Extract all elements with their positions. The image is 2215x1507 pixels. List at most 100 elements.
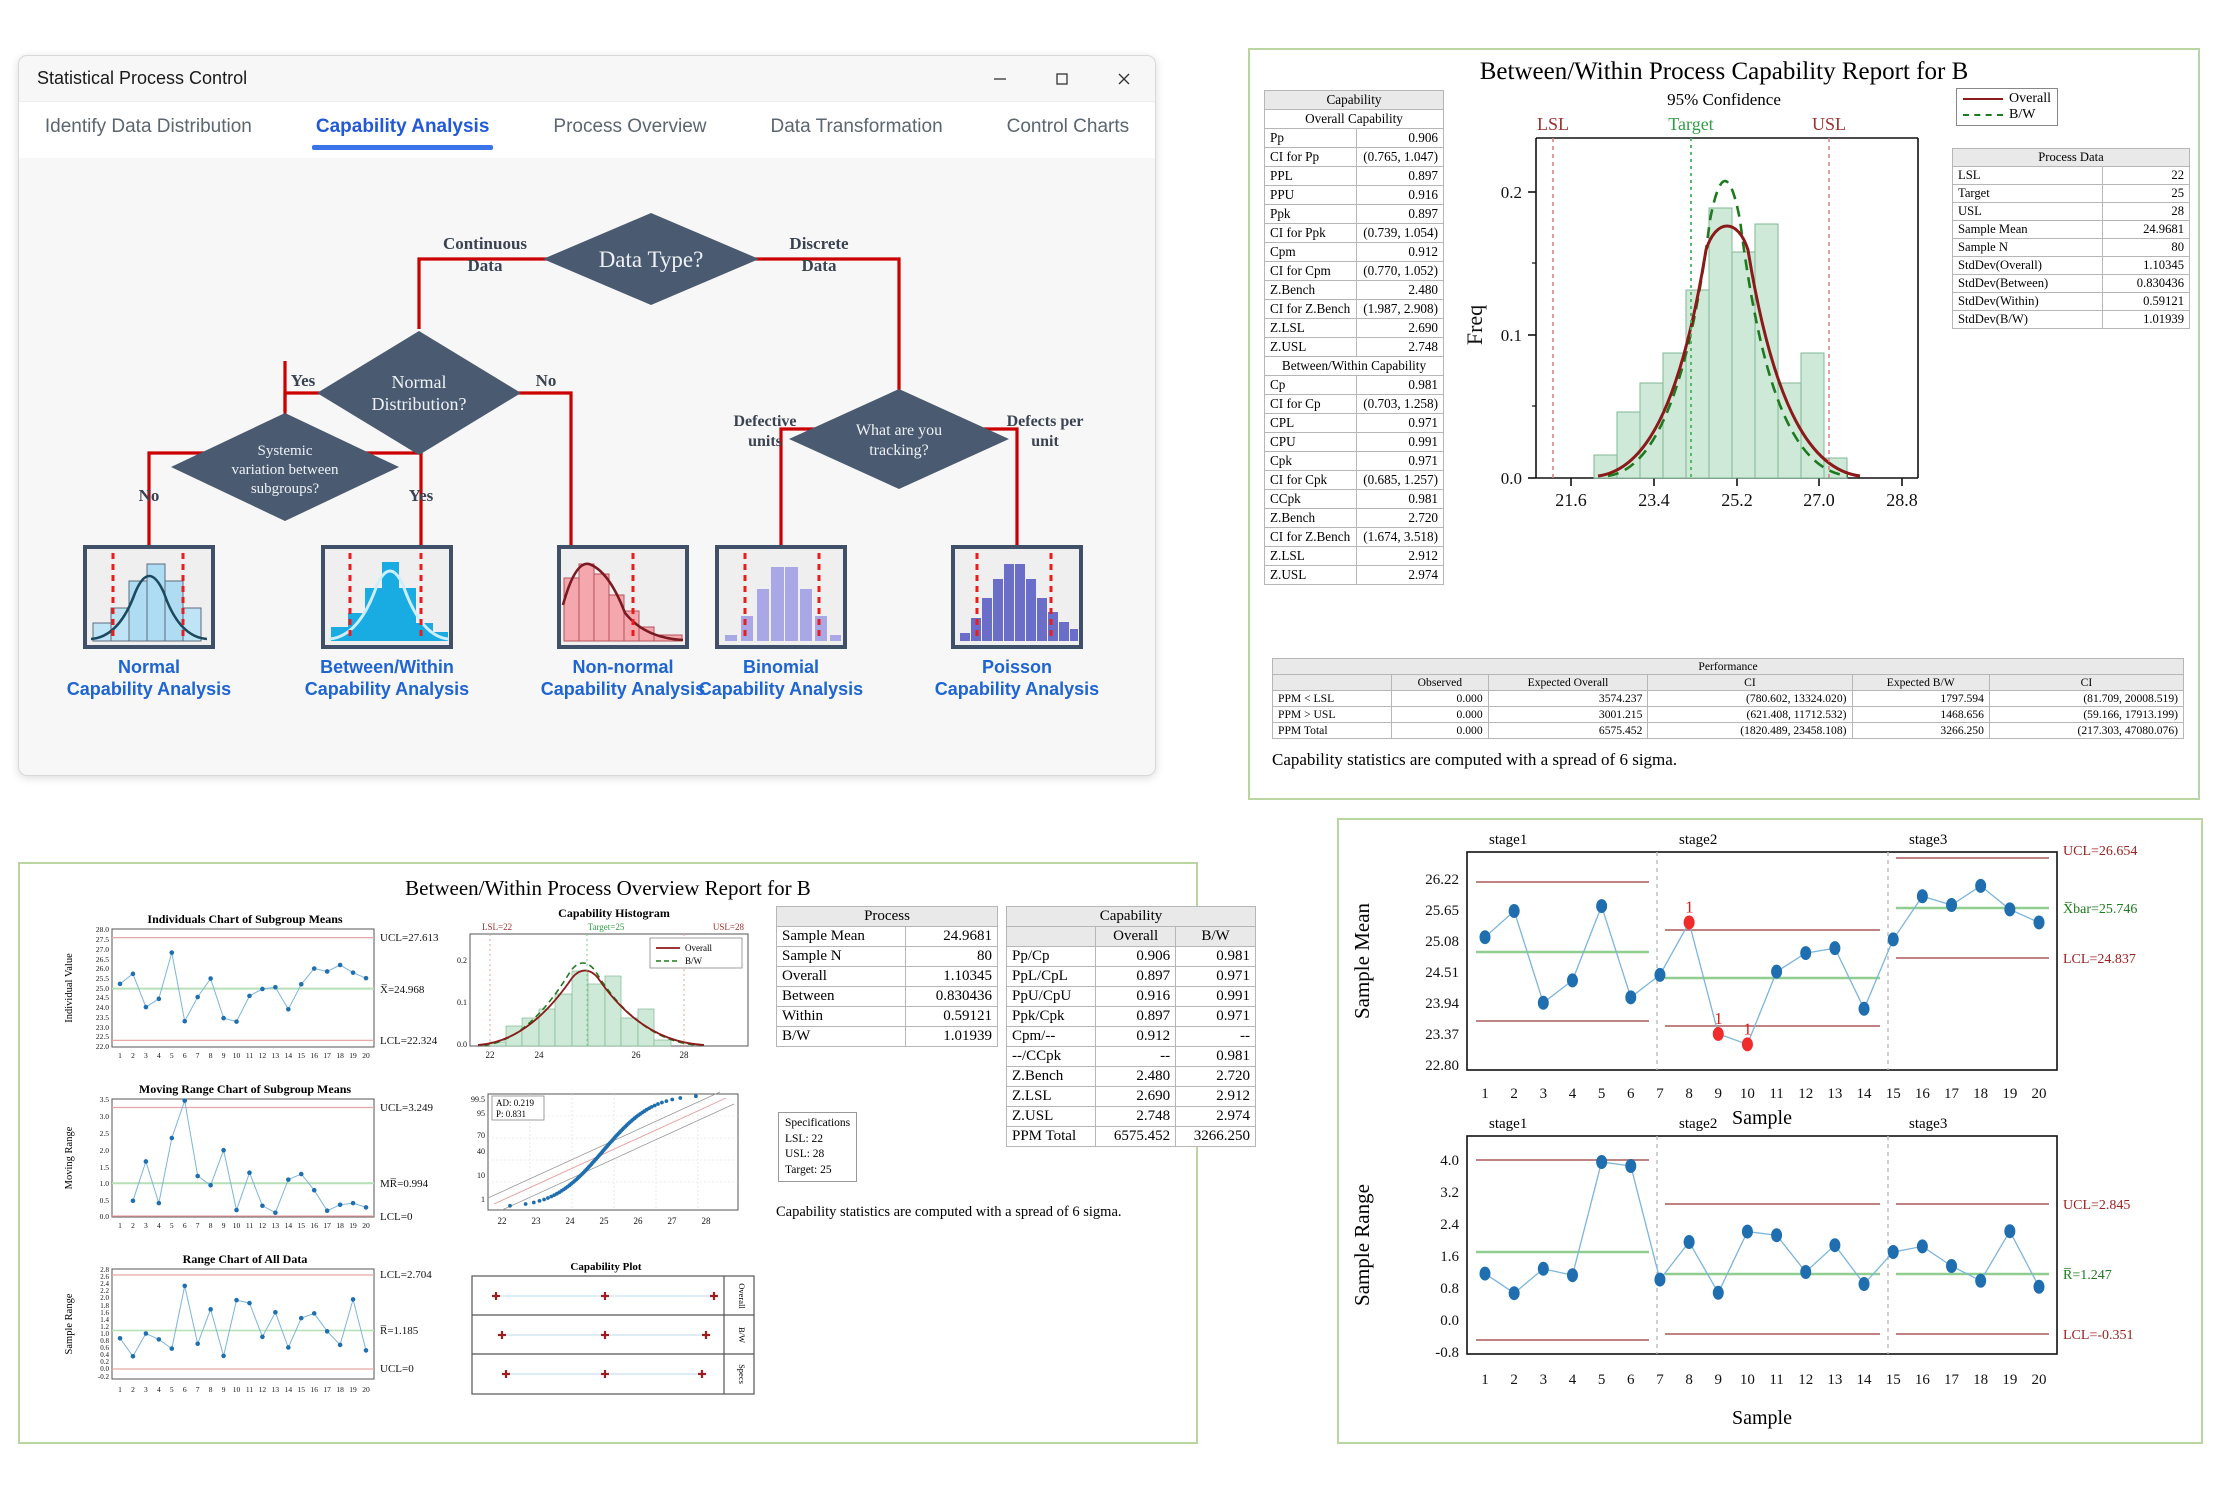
close-button[interactable] xyxy=(1093,56,1155,102)
data-point xyxy=(234,1019,239,1024)
r-stage2-label: stage2 xyxy=(1679,1116,1717,1132)
moving-range-ylabel: Moving Range xyxy=(64,1126,75,1189)
flow-node-normal-distribution[interactable]: Normal Distribution? xyxy=(317,331,521,455)
table-row: --/CCpk -- 0.981 xyxy=(1005,1046,1256,1067)
tab-capability-analysis[interactable]: Capability Analysis xyxy=(311,110,494,150)
column-header: Expected Overall xyxy=(1487,674,1649,691)
table-row: PpL/CpL 0.897 0.971 xyxy=(1005,966,1256,987)
x-tick-label: 12 xyxy=(1798,1086,1813,1102)
flow-node-data-type[interactable]: Data Type? xyxy=(543,213,759,305)
data-point xyxy=(247,993,252,999)
x-tick-label: 11 xyxy=(1769,1372,1783,1388)
tab-identify-data-distribution[interactable]: Identify Data Distribution xyxy=(41,110,256,150)
outcome-binomial-capability-analysis[interactable]: Binomial Capability Analysis xyxy=(699,545,863,699)
usl-marker-label: USL xyxy=(1812,114,1846,134)
tab-process-overview[interactable]: Process Overview xyxy=(549,110,710,150)
flow-node-tracking[interactable]: What are you tracking? xyxy=(789,389,1009,489)
spec-lsl: LSL: 22 xyxy=(785,1132,824,1145)
x-tick-label: 14 xyxy=(285,1385,293,1394)
data-point xyxy=(286,1345,291,1350)
x-tick-label: 18 xyxy=(336,1385,344,1394)
row-value: 2.690 xyxy=(1095,1086,1177,1107)
data-point xyxy=(1916,1239,1928,1254)
capability-plot-row-bw: B/W xyxy=(737,1327,747,1343)
table-row: Ppk 0.897 xyxy=(1263,204,1444,224)
overview-process-table-wrap: Process Sample Mean 24.9681 Sample N 80 … xyxy=(776,906,999,1047)
row-value: 0.000 xyxy=(1391,722,1489,739)
overview-process-rows: Sample Mean 24.9681 Sample N 80 Overall … xyxy=(776,926,999,1047)
svg-text:23.37: 23.37 xyxy=(1425,1027,1459,1043)
edge-label-defective-2: units xyxy=(748,433,782,450)
svg-text:10: 10 xyxy=(477,1171,485,1180)
flow-node-data-type-label: Data Type? xyxy=(599,247,704,272)
row-label: CI for Pp xyxy=(1263,147,1358,167)
maximize-button[interactable] xyxy=(1031,56,1093,102)
histogram-ylabel: Freq xyxy=(1462,305,1487,345)
row-value: 0.981 xyxy=(1175,1046,1256,1067)
row-label: PPM Total xyxy=(1005,1126,1097,1147)
x-tick-label: 11 xyxy=(246,1051,253,1060)
row-label: Cp xyxy=(1263,375,1358,395)
ytick-01: 0.1 xyxy=(1501,326,1522,345)
violation-label: 1 xyxy=(1714,1009,1723,1028)
x-tick-label: 19 xyxy=(349,1051,357,1060)
row-label: CI for Ppk xyxy=(1263,223,1358,243)
outcome-nonnormal-capability-analysis[interactable]: Non-normal Capability Analysis xyxy=(541,545,705,699)
x-tick-label: 5 xyxy=(170,1051,174,1060)
column-header: Observed xyxy=(1391,674,1489,691)
table-row: CI for Pp (0.765, 1.047) xyxy=(1263,147,1444,167)
data-point xyxy=(350,970,356,975)
row-label: Z.USL xyxy=(1263,337,1358,357)
x-tick-label: 16 xyxy=(310,1221,318,1230)
x-tick-label: 15 xyxy=(1886,1372,1901,1388)
svg-text:70: 70 xyxy=(477,1131,485,1140)
data-point xyxy=(1625,990,1637,1005)
row-value: 0.897 xyxy=(1095,1006,1177,1027)
small-lsl-label: LSL=22 xyxy=(482,922,512,932)
row-value: (621.408, 11712.532) xyxy=(1647,706,1853,723)
x-tick-label: 15 xyxy=(298,1051,306,1060)
x-tick-label: 1 xyxy=(1481,1372,1489,1388)
x-tick-label: 6 xyxy=(183,1385,187,1394)
outcome-normal-capability-analysis[interactable]: Normal Capability Analysis xyxy=(67,545,231,699)
tab-data-transformation[interactable]: Data Transformation xyxy=(767,110,947,150)
data-point xyxy=(247,1170,252,1176)
row-value: (0.739, 1.054) xyxy=(1356,223,1444,243)
column-header: B/W xyxy=(1175,926,1256,947)
svg-text:-0.8: -0.8 xyxy=(1435,1345,1459,1361)
x-tick-label: 5 xyxy=(1598,1086,1606,1102)
svg-text:0.5: 0.5 xyxy=(100,1196,110,1205)
minimize-button[interactable] xyxy=(969,56,1031,102)
svg-text:4.0: 4.0 xyxy=(1440,1153,1459,1169)
row-label: PpU/CpU xyxy=(1005,986,1097,1007)
column-header xyxy=(1005,926,1097,947)
row-value: 0.912 xyxy=(1095,1026,1177,1047)
x-tick-label: 12 xyxy=(259,1051,267,1060)
edge-label-normal-yes: Yes xyxy=(291,371,316,390)
data-point xyxy=(182,1283,188,1289)
x-tick-label: 7 xyxy=(196,1051,200,1060)
flow-node-systemic-variation[interactable]: Systemic variation between subgroups? xyxy=(171,413,399,521)
row-label: Z.LSL xyxy=(1005,1086,1097,1107)
data-point xyxy=(1916,889,1928,904)
table-row: Cpk 0.971 xyxy=(1263,451,1444,471)
spec-target: Target: 25 xyxy=(785,1163,832,1176)
x-tick-label: 11 xyxy=(246,1385,253,1394)
x-tick-label: 7 xyxy=(196,1385,200,1394)
outcome-poisson-capability-analysis[interactable]: Poisson Capability Analysis xyxy=(935,545,1099,699)
tab-control-charts[interactable]: Control Charts xyxy=(1003,110,1134,150)
xbar-ylabel: Sample Mean xyxy=(1350,902,1374,1019)
outcome-between-within-capability-analysis[interactable]: Between/Within Capability Analysis xyxy=(305,545,469,699)
capability-plot-row-overall: Overall xyxy=(737,1283,747,1309)
table-row: B/W 1.01939 xyxy=(776,1026,999,1047)
xtick-270: 27.0 xyxy=(1803,490,1835,510)
row-value: (1.674, 3.518) xyxy=(1356,527,1444,547)
spec-usl: USL: 28 xyxy=(785,1148,825,1161)
normal-probability-plot: 99.5 95 70 40 10 1 AD: 0.219 P: 0.831 22… xyxy=(471,1091,739,1226)
x-tick-label: 3 xyxy=(144,1385,148,1394)
x-tick-label: 15 xyxy=(298,1221,306,1230)
row-label: CI for Z.Bench xyxy=(1263,299,1358,319)
data-point xyxy=(1800,946,1812,961)
small-usl-label: USL=28 xyxy=(713,922,745,932)
x-tick-label: 15 xyxy=(298,1385,306,1394)
